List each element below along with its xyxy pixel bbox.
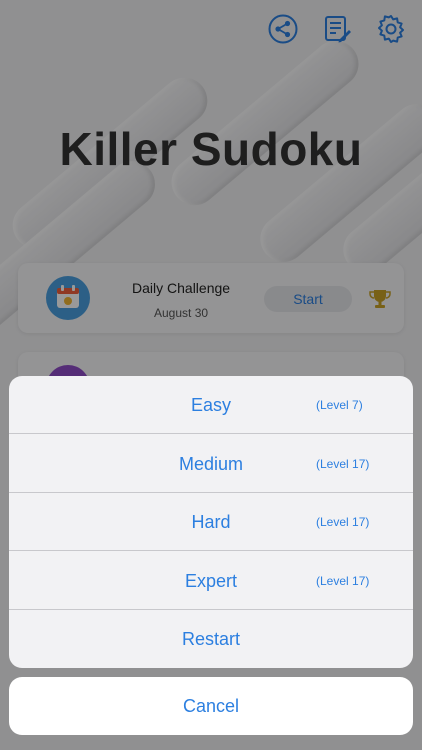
restart-label: Restart xyxy=(181,629,241,649)
option-easy[interactable]: Easy (Level 7) xyxy=(9,376,413,434)
option-level: (Level 17) xyxy=(316,515,370,529)
option-expert[interactable]: Expert (Level 17) xyxy=(9,552,413,610)
option-level: (Level 17) xyxy=(316,457,370,471)
option-hard[interactable]: Hard (Level 17) xyxy=(9,493,413,551)
option-level: (Level 17) xyxy=(316,574,370,588)
cancel-button[interactable]: Cancel xyxy=(9,677,413,735)
difficulty-action-sheet: Easy (Level 7) Medium (Level 17) Hard (L… xyxy=(9,376,413,668)
restart-button[interactable]: Restart xyxy=(9,610,413,668)
option-medium[interactable]: Medium (Level 17) xyxy=(9,435,413,493)
option-level: (Level 7) xyxy=(316,398,363,412)
